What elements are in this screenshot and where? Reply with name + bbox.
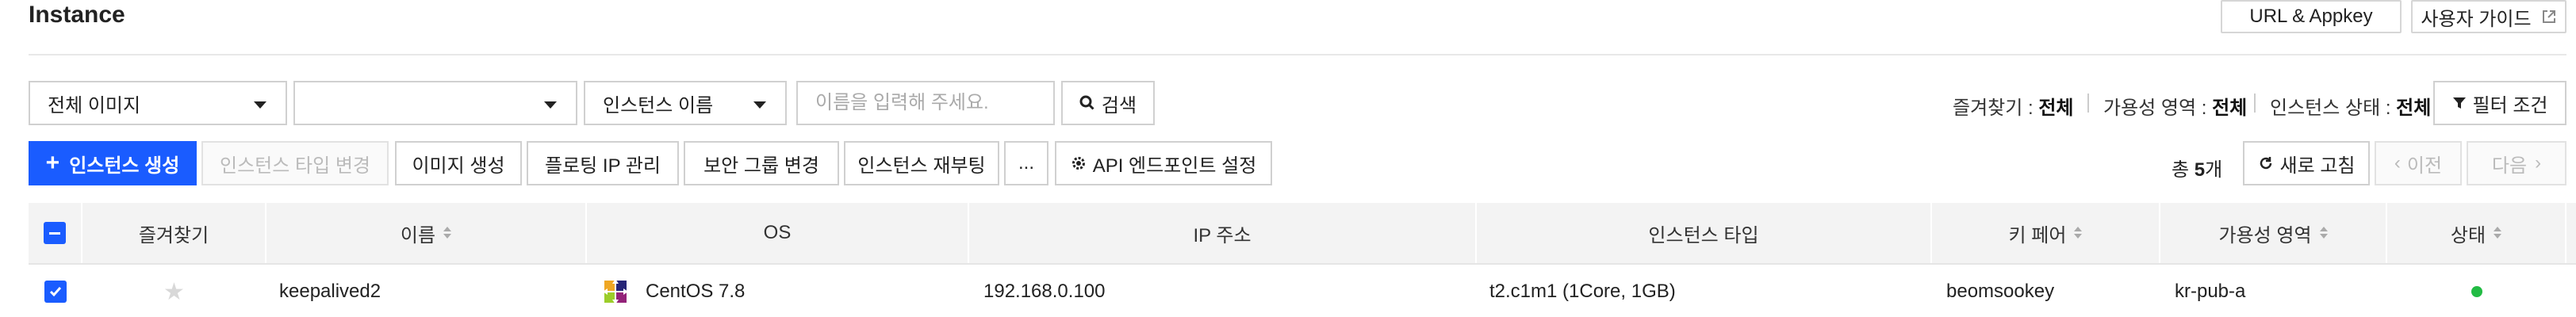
state-filter-value: 전체: [2396, 97, 2432, 119]
state-filter[interactable]: 인스턴스 상태 : 전체: [2270, 92, 2431, 120]
header-bottom-line: [29, 263, 2576, 265]
search-input[interactable]: [796, 81, 1055, 125]
prev-page-button[interactable]: ‹ 이전: [2375, 141, 2462, 185]
refresh-icon: [2260, 157, 2271, 170]
search-label: 검색: [1101, 94, 1137, 116]
user-guide-button[interactable]: 사용자 가이드: [2411, 0, 2566, 33]
checkbox-checked[interactable]: [44, 281, 67, 303]
search-icon: [1079, 95, 1094, 110]
prev-label: 이전: [2406, 155, 2443, 177]
column-header-label: IP 주소: [1193, 224, 1252, 246]
api-endpoint-button[interactable]: API 엔드포인트 설정: [1055, 141, 1272, 185]
refresh-label: 새로 고침: [2279, 155, 2356, 177]
security-group-button[interactable]: 보안 그룹 변경: [684, 141, 839, 185]
column-header-keypair[interactable]: 키 페어: [1932, 203, 2160, 263]
column-header-os: OS: [587, 203, 969, 263]
column-header-type: 인스턴스 타입: [1477, 203, 1932, 263]
external-link-icon: [2542, 10, 2555, 23]
column-header-label: 가용성 영역: [2218, 224, 2312, 246]
chevron-down-icon: [753, 101, 766, 109]
more-button[interactable]: ...: [1004, 141, 1048, 185]
column-header-favorites: 즐겨찾기: [82, 203, 266, 263]
api-endpoint-label: API 엔드포인트 설정: [1092, 155, 1257, 177]
url-appkey-button[interactable]: URL & Appkey: [2221, 0, 2402, 33]
sort-icon: [2074, 227, 2083, 239]
chevron-down-icon: [254, 101, 266, 109]
floating-ip-button[interactable]: 플로팅 IP 관리: [527, 141, 679, 185]
total-count: 총 5개: [2172, 154, 2222, 181]
chevron-left-icon: ‹: [2394, 152, 2401, 174]
row-checkbox[interactable]: [44, 269, 67, 314]
refresh-button[interactable]: 새로 고침: [2243, 141, 2370, 185]
status-indicator: [2471, 269, 2482, 314]
chevron-right-icon: ›: [2535, 152, 2542, 174]
search-field-select[interactable]: 인스턴스 이름: [584, 81, 787, 125]
filter-separator: [2087, 94, 2089, 113]
column-header-name[interactable]: 이름: [266, 203, 587, 263]
create-instance-label: 인스턴스 생성: [69, 155, 180, 177]
create-image-button[interactable]: 이미지 생성: [395, 141, 522, 185]
next-page-button[interactable]: 다음 ›: [2467, 141, 2566, 185]
image-filter-select[interactable]: 전체 이미지: [29, 81, 287, 125]
status-dot-icon: [2471, 286, 2482, 297]
select-all-cell[interactable]: [29, 203, 82, 263]
column-header-label: 상태: [2450, 224, 2486, 246]
filter-separator: [2254, 94, 2256, 113]
instance-type: t2.c1m1 (1Core, 1GB): [1489, 281, 1676, 302]
column-header-label: 키 페어: [2008, 224, 2067, 246]
favorites-filter-value: 전체: [2038, 97, 2074, 119]
change-type-button[interactable]: 인스턴스 타입 변경: [201, 141, 389, 185]
keypair-name: beomsookey: [1946, 281, 2055, 302]
column-header-label: 이름: [400, 224, 436, 246]
column-header-label: OS: [763, 222, 792, 243]
filter-conditions-label: 필터 조건: [2472, 94, 2548, 116]
search-field-value: 인스턴스 이름: [603, 94, 714, 116]
column-header-ip: IP 주소: [969, 203, 1477, 263]
chevron-down-icon: [544, 101, 557, 109]
column-header-label: 즐겨찾기: [138, 224, 209, 246]
favorites-filter[interactable]: 즐겨찾기 : 전체: [1953, 92, 2074, 120]
total-suffix: 개: [2205, 159, 2223, 181]
availability-zone: kr-pub-a: [2175, 281, 2246, 302]
plus-icon: +: [45, 150, 60, 176]
favorite-star-icon[interactable]: ★: [163, 269, 185, 314]
column-header-label: 인스턴스 타입: [1648, 224, 1759, 246]
column-header-status[interactable]: 상태: [2387, 203, 2566, 263]
zone-filter-label: 가용성 영역 :: [2103, 97, 2207, 119]
sort-icon: [2319, 227, 2328, 239]
page-title: Instance: [29, 2, 125, 28]
check-icon: [49, 287, 62, 297]
sort-icon: [2494, 227, 2502, 239]
instance-name[interactable]: keepalived2: [279, 269, 381, 314]
secondary-filter-select[interactable]: [293, 81, 577, 125]
header-divider: [29, 54, 2566, 55]
os-cell: CentOS 7.8: [603, 269, 745, 314]
select-all-checkbox[interactable]: [44, 222, 66, 244]
reboot-instance-button[interactable]: 인스턴스 재부팅: [844, 141, 999, 185]
sort-icon: [443, 227, 452, 239]
funnel-icon: [2452, 97, 2466, 109]
total-prefix: 총: [2172, 159, 2190, 181]
ip-address: 192.168.0.100: [983, 281, 1106, 302]
search-button[interactable]: 검색: [1061, 81, 1155, 125]
centos-logo-icon: [603, 279, 628, 304]
user-guide-label: 사용자 가이드: [2421, 8, 2532, 30]
state-filter-label: 인스턴스 상태 :: [2270, 97, 2391, 119]
total-count-value: 5: [2194, 159, 2206, 181]
create-instance-button[interactable]: + 인스턴스 생성: [29, 141, 197, 185]
column-header-zone[interactable]: 가용성 영역: [2160, 203, 2387, 263]
gear-icon: [1071, 157, 1085, 170]
zone-filter[interactable]: 가용성 영역 : 전체: [2103, 92, 2247, 120]
os-name: CentOS 7.8: [646, 281, 746, 302]
favorites-filter-label: 즐겨찾기 :: [1953, 97, 2034, 119]
image-filter-value: 전체 이미지: [48, 94, 141, 116]
zone-filter-value: 전체: [2212, 97, 2248, 119]
filter-conditions-button[interactable]: 필터 조건: [2433, 81, 2566, 125]
next-label: 다음: [2491, 155, 2528, 177]
